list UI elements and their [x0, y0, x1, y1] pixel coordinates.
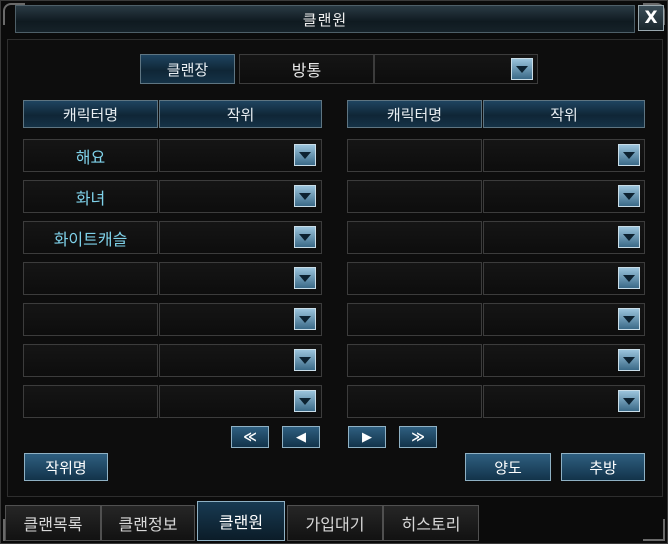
close-button[interactable]: X: [638, 5, 664, 31]
title-bar[interactable]: 클랜원: [15, 5, 635, 33]
tab-clan-members[interactable]: 클랜원: [197, 501, 285, 541]
chevron-down-icon[interactable]: [294, 308, 316, 330]
chevron-down-icon[interactable]: [511, 58, 533, 80]
member-name-cell[interactable]: [23, 262, 158, 295]
chevron-down-icon[interactable]: [294, 185, 316, 207]
expel-button[interactable]: 추방: [561, 453, 645, 481]
last-page-button[interactable]: ≫: [399, 426, 437, 448]
chevron-down-icon[interactable]: [294, 226, 316, 248]
member-name: 화이트캐슬: [53, 229, 128, 249]
tab-history[interactable]: 히스토리: [383, 505, 479, 541]
member-name-cell[interactable]: [23, 303, 158, 336]
chevron-left-icon: ◀: [296, 429, 306, 445]
member-name-cell[interactable]: [23, 344, 158, 377]
tab-join-waiting[interactable]: 가입대기: [287, 505, 383, 541]
prev-page-button[interactable]: ◀: [282, 426, 320, 448]
member-name-cell[interactable]: 화이트캐슬: [23, 221, 158, 254]
transfer-button[interactable]: 양도: [465, 453, 551, 481]
member-name-cell[interactable]: [347, 180, 482, 213]
member-name: 화녀: [75, 188, 106, 208]
first-page-button[interactable]: ≪: [231, 426, 269, 448]
double-chevron-right-icon: ≫: [411, 429, 425, 445]
member-name: 해요: [75, 147, 106, 167]
member-name-cell[interactable]: 해요: [23, 139, 158, 172]
chevron-down-icon[interactable]: [294, 144, 316, 166]
right-name-header: 캐릭터명: [347, 100, 482, 128]
chevron-down-icon[interactable]: [618, 308, 640, 330]
chevron-down-icon[interactable]: [294, 349, 316, 371]
chevron-down-icon[interactable]: [618, 144, 640, 166]
chevron-down-icon[interactable]: [618, 226, 640, 248]
chevron-right-icon: ▶: [362, 429, 372, 445]
next-page-button[interactable]: ▶: [348, 426, 386, 448]
clan-members-window: 클랜원 X 클랜장 방통 캐릭터명 작위 캐릭터명 작위 해요화녀화이트캐슬 ≪…: [0, 0, 668, 544]
chevron-down-icon[interactable]: [618, 185, 640, 207]
chevron-down-icon[interactable]: [294, 267, 316, 289]
left-rank-header: 작위: [159, 100, 322, 128]
clan-leader-name-text: 방통: [291, 61, 322, 80]
chevron-down-icon[interactable]: [618, 349, 640, 371]
tab-clan-list[interactable]: 클랜목록: [5, 505, 101, 541]
member-name-cell[interactable]: [347, 303, 482, 336]
rank-name-button[interactable]: 작위명: [24, 453, 108, 481]
member-name-cell[interactable]: [347, 139, 482, 172]
member-name-cell[interactable]: [347, 221, 482, 254]
close-icon: X: [644, 8, 658, 28]
chevron-down-icon[interactable]: [618, 390, 640, 412]
left-name-header: 캐릭터명: [23, 100, 158, 128]
tab-clan-info[interactable]: 클랜정보: [101, 505, 195, 541]
clan-leader-label: 클랜장: [140, 54, 235, 84]
member-name-cell[interactable]: 화녀: [23, 180, 158, 213]
clan-leader-name: 방통: [239, 54, 374, 84]
member-name-cell[interactable]: [347, 344, 482, 377]
right-rank-header: 작위: [483, 100, 645, 128]
member-name-cell[interactable]: [347, 385, 482, 418]
tab-bar: 클랜목록 클랜정보 클랜원 가입대기 히스토리: [1, 501, 668, 544]
chevron-down-icon[interactable]: [294, 390, 316, 412]
member-name-cell[interactable]: [23, 385, 158, 418]
window-title: 클랜원: [302, 10, 348, 29]
double-chevron-left-icon: ≪: [243, 429, 257, 445]
chevron-down-icon[interactable]: [618, 267, 640, 289]
member-name-cell[interactable]: [347, 262, 482, 295]
